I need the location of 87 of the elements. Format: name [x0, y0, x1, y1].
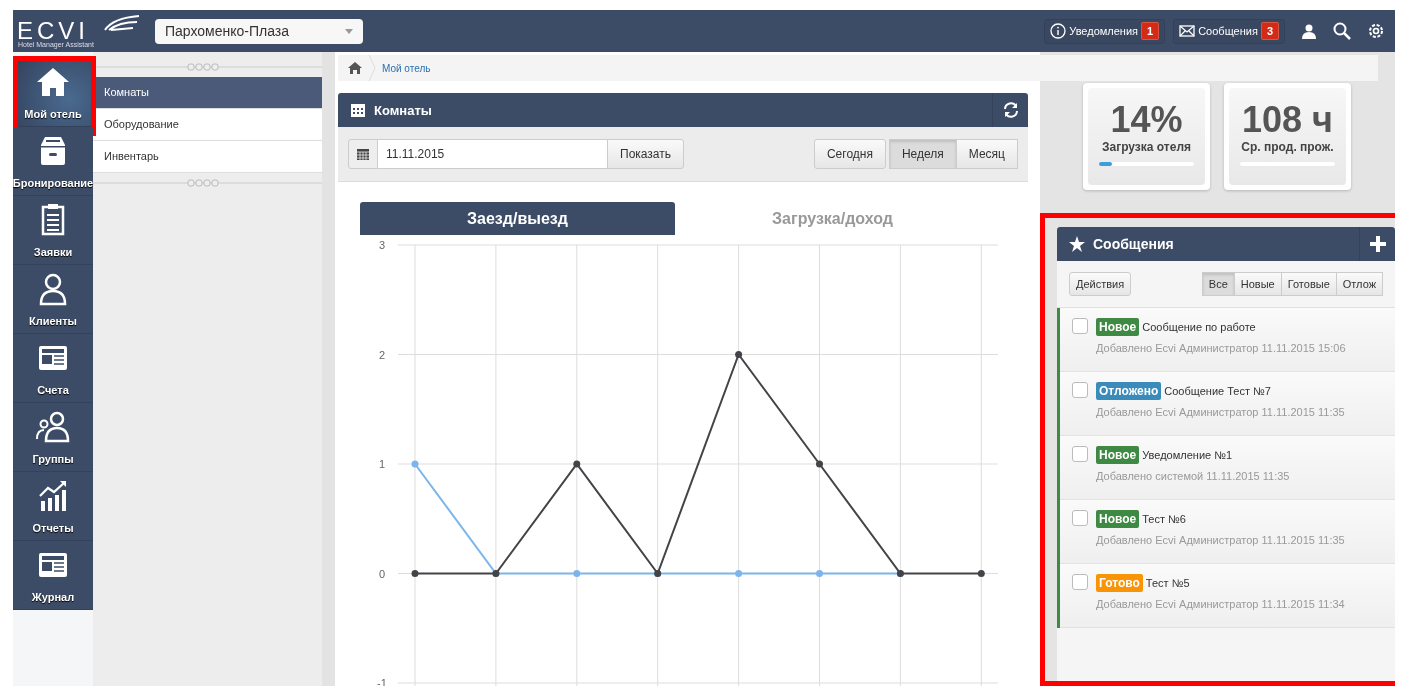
status-badge: Новое: [1096, 446, 1140, 464]
data-point: [411, 460, 419, 468]
data-point: [816, 460, 823, 468]
message-item[interactable]: Новое Тест №6 Добавлено Ecvi Администратор 11.11.2015 11:35: [1060, 500, 1395, 564]
calendar-icon: [357, 148, 369, 160]
nav-item[interactable]: Журнал: [13, 541, 93, 610]
stat-value: 108 ч: [1242, 102, 1333, 138]
nav-item[interactable]: Счета: [13, 334, 93, 403]
checkbox[interactable]: [1072, 446, 1088, 462]
count-badge: 1: [1141, 22, 1160, 40]
message-item[interactable]: Новое Сообщение по работе Добавлено Ecvi Администратор 11.11.2015 15:06: [1060, 308, 1395, 372]
messages-button[interactable]: Сообщения 3: [1173, 18, 1285, 44]
home-icon: [348, 62, 362, 74]
data-point: [977, 570, 985, 577]
message-title: Тест №5: [1145, 577, 1190, 589]
settings-icon: [1367, 22, 1385, 40]
calendar-icon: [350, 102, 366, 118]
data-point: [573, 570, 581, 577]
panel-title: Комнаты: [374, 102, 432, 118]
message-meta: Добавлено Ecvi Администратор 11.11.2015 11:35: [1096, 406, 1345, 418]
checkbox[interactable]: [1072, 318, 1088, 334]
message-item[interactable]: Отложено Сообщение Тест №7 Добавлено Ecvi Администратор 11.11.2015 11:35: [1060, 372, 1395, 436]
submenu-item[interactable]: Комнаты: [93, 77, 322, 109]
nav-item[interactable]: Клиенты: [13, 265, 93, 334]
axis-tick-label: 0: [378, 567, 386, 580]
chevron-icon: [368, 55, 376, 81]
plus-icon: [1368, 235, 1387, 253]
date-field[interactable]: 11.11.2015: [378, 139, 608, 169]
breadcrumb-link[interactable]: Мой отель: [382, 62, 431, 74]
message-meta: Добавлено системой 11.11.2015 11:35: [1096, 470, 1290, 482]
show-button[interactable]: Показать: [607, 139, 684, 169]
message-title: Уведомление №1: [1142, 449, 1233, 461]
data-point: [816, 570, 823, 577]
info-icon: [1050, 23, 1067, 39]
user-icon: [1301, 23, 1317, 39]
calendar-addon[interactable]: [348, 139, 378, 169]
filter-button[interactable]: Все: [1201, 272, 1235, 296]
data-point: [573, 460, 581, 468]
caret-icon: [345, 28, 353, 34]
data-point: [735, 351, 743, 358]
notifications-button[interactable]: Уведомления 1: [1044, 18, 1166, 44]
stat-value: 14%: [1110, 102, 1183, 138]
message-title: Тест №6: [1142, 513, 1186, 525]
message-meta: Добавлено Ecvi Администратор 11.11.2015 11:34: [1096, 598, 1345, 610]
message-title: Сообщение по работе: [1142, 321, 1256, 333]
stat-label: Ср. прод. прож.: [1241, 140, 1334, 154]
filter-button[interactable]: Отлож: [1335, 272, 1383, 296]
status-badge: Новое: [1096, 510, 1140, 528]
search-icon: [1333, 22, 1351, 40]
stat-label: Загрузка отеля: [1101, 140, 1192, 154]
message-meta: Добавлено Ecvi Администратор 11.11.2015 15:06: [1096, 342, 1346, 354]
envelope-icon: [1179, 23, 1196, 39]
nav-item[interactable]: Отчеты: [13, 472, 93, 541]
data-point: [411, 570, 419, 577]
message-item[interactable]: Новое Уведомление №1 Добавлено системой 11.11.2015 11:35: [1060, 436, 1395, 500]
actions-button[interactable]: Действия: [1069, 272, 1132, 296]
checkbox[interactable]: [1072, 574, 1088, 590]
refresh-icon: [1002, 102, 1019, 118]
chart-tab[interactable]: Заезд/выезд: [360, 202, 675, 235]
filter-button[interactable]: Новые: [1233, 272, 1282, 296]
checkbox[interactable]: [1072, 382, 1088, 398]
message-item[interactable]: Готово Тест №5 Добавлено Ecvi Администратор 11.11.2015 11:34: [1060, 564, 1395, 628]
people-icon: [35, 409, 71, 445]
period-button[interactable]: Неделя: [888, 139, 957, 169]
status-badge: Отложено: [1096, 382, 1162, 400]
status-badge: Готово: [1096, 574, 1143, 592]
period-button[interactable]: Месяц: [955, 139, 1018, 169]
star-icon: [1069, 236, 1085, 252]
filter-button[interactable]: Готовые: [1280, 272, 1337, 296]
period-button[interactable]: Сегодня: [813, 139, 886, 169]
message-title: Сообщение Тест №7: [1164, 385, 1271, 397]
hotel-select[interactable]: Пархоменко-Плаза: [155, 18, 363, 44]
nav-item[interactable]: Заявки: [13, 196, 93, 265]
nav-item[interactable]: Группы: [13, 403, 93, 472]
count-badge: 3: [1260, 22, 1279, 40]
data-point: [735, 570, 743, 577]
submenu-item[interactable]: Инвентарь: [93, 141, 322, 173]
axis-tick-label: 2: [378, 348, 386, 361]
status-badge: Новое: [1096, 318, 1140, 336]
checkbox[interactable]: [1072, 510, 1088, 526]
panel-title: Сообщения: [1093, 236, 1174, 252]
axis-tick-label: 1: [378, 458, 386, 470]
nav-item[interactable]: Бронирование: [13, 127, 93, 196]
submenu-item[interactable]: Оборудование: [93, 109, 322, 141]
message-meta: Добавлено Ecvi Администратор 11.11.2015 11:35: [1096, 534, 1345, 546]
swoosh-icon: [103, 14, 141, 32]
axis-tick-label: 3: [378, 239, 386, 251]
